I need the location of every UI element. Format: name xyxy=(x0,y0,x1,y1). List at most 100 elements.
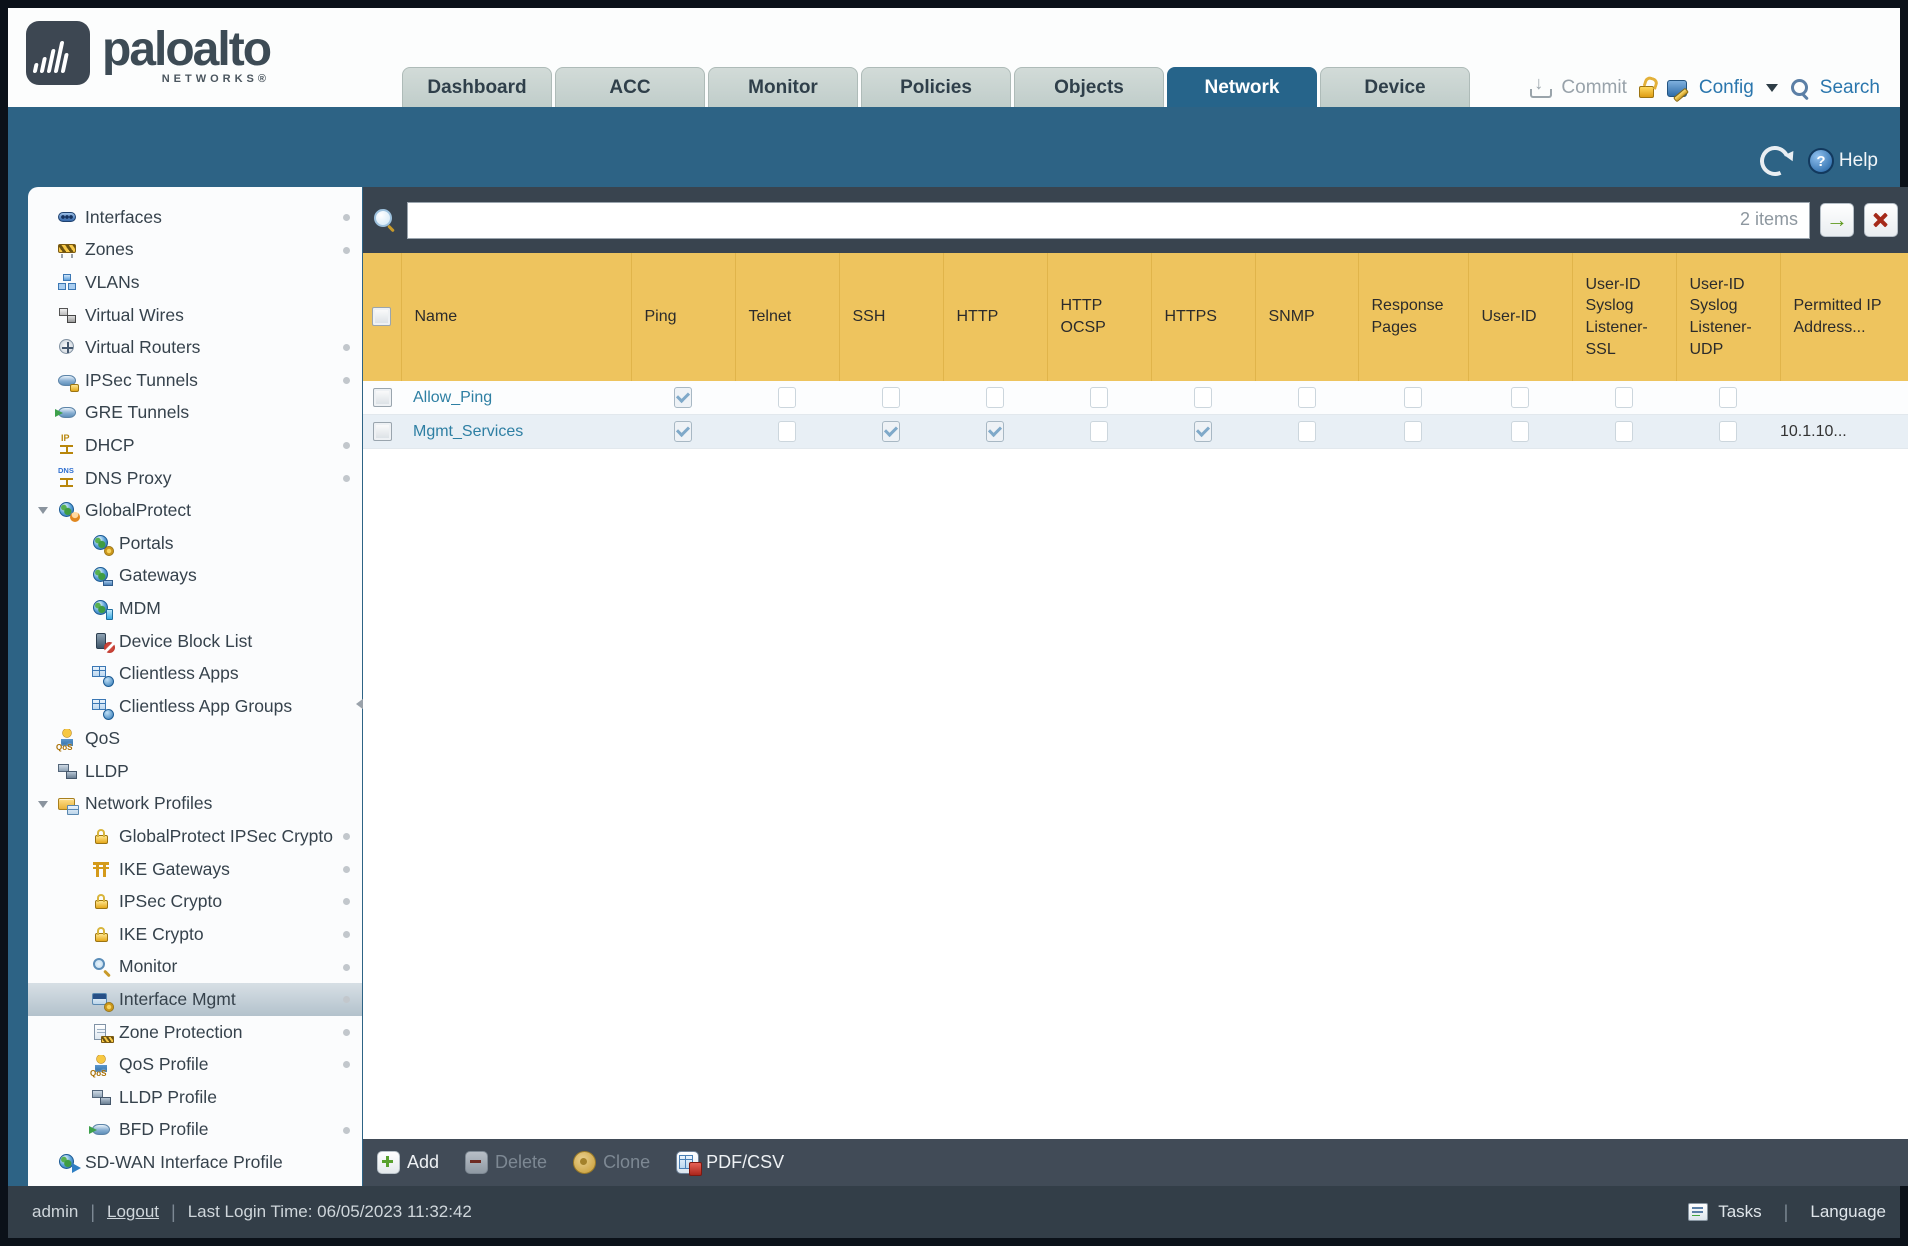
item-dot xyxy=(343,833,350,841)
commit-icon[interactable] xyxy=(1529,73,1553,99)
item-dot xyxy=(343,931,350,939)
row-checkbox[interactable] xyxy=(372,388,392,407)
tab-dashboard[interactable]: Dashboard xyxy=(402,67,552,107)
row-name-link[interactable]: Mgmt_Services xyxy=(401,423,523,440)
sidebar-item-lldp[interactable]: LLDP xyxy=(28,755,362,788)
column-header-http[interactable]: HTTP xyxy=(942,253,1047,381)
item-dot xyxy=(343,1126,350,1134)
sidebar-item-monitor[interactable]: Monitor xyxy=(28,951,362,984)
action-button-label: PDF/CSV xyxy=(706,1152,785,1172)
column-header-ssh[interactable]: SSH xyxy=(838,253,943,381)
ipsec-tunnels-icon xyxy=(58,371,79,392)
column-header-http-ocsp[interactable]: HTTP OCSP xyxy=(1046,253,1151,381)
sidebar-item-bfd-profile[interactable]: BFD Profile xyxy=(28,1114,362,1147)
delete-button: Delete xyxy=(465,1151,547,1174)
column-header-permitted-ip-address[interactable]: Permitted IP Address... xyxy=(1779,253,1908,381)
column-header-user-id-syslog-listener-udp[interactable]: User-ID Syslog Listener-UDP xyxy=(1675,253,1780,381)
add-button[interactable]: Add xyxy=(377,1151,439,1174)
tasks-icon[interactable] xyxy=(1688,1203,1709,1221)
lock-icon[interactable] xyxy=(1637,77,1657,99)
sidebar-item-virtual-routers[interactable]: Virtual Routers xyxy=(28,331,362,364)
sidebar-item-zones[interactable]: Zones xyxy=(28,234,362,267)
refresh-icon[interactable] xyxy=(1755,141,1795,181)
sidebar-item-network-profiles[interactable]: Network Profiles xyxy=(28,788,362,821)
global-search-icon[interactable] xyxy=(1790,78,1810,98)
config-icon[interactable] xyxy=(1666,78,1689,98)
clientless-apps-icon xyxy=(92,664,114,688)
help-icon[interactable]: ? xyxy=(1807,148,1834,174)
column-header-snmp[interactable]: SNMP xyxy=(1254,253,1358,381)
sidebar-item-dhcp[interactable]: DHCP xyxy=(28,429,362,462)
tab-policies[interactable]: Policies xyxy=(861,67,1011,107)
sidebar-item-zone-protection[interactable]: Zone Protection xyxy=(28,1016,362,1049)
column-header-ping[interactable]: Ping xyxy=(630,253,735,381)
config-caret-icon[interactable] xyxy=(1765,84,1778,92)
column-header-user-id[interactable]: User-ID xyxy=(1467,253,1572,381)
check-user-id-syslog-listener-ssl-unchecked xyxy=(1615,387,1633,408)
sidebar-item-portals[interactable]: Portals xyxy=(28,527,362,560)
ipsec-crypto-icon xyxy=(92,892,111,911)
sidebar-item-sd-wan-interface-profile[interactable]: SD-WAN Interface Profile xyxy=(28,1146,362,1179)
sidebar-item-gre-tunnels[interactable]: GRE Tunnels xyxy=(28,397,362,430)
app-frame: paloalto NETWORKS® Dashboard ACC Monitor Po… xyxy=(8,8,1908,1238)
filter-input[interactable] xyxy=(407,201,1810,239)
bfd-profile-icon xyxy=(89,1120,111,1139)
expand-toggle-icon[interactable] xyxy=(38,507,48,515)
logged-in-user: admin xyxy=(32,1202,79,1221)
sidebar-item-qos-profile[interactable]: QoS Profile xyxy=(28,1048,362,1081)
sidebar-item-globalprotect[interactable]: GlobalProtect xyxy=(28,494,362,527)
help-button[interactable]: ? Help xyxy=(1807,148,1878,174)
sidebar-item-dns-proxy[interactable]: DNS Proxy xyxy=(28,462,362,495)
sidebar-item-qos[interactable]: QoS xyxy=(28,723,362,756)
sidebar-item-label: Interface Mgmt xyxy=(119,989,236,1010)
tab-objects[interactable]: Objects xyxy=(1014,67,1164,107)
tab-network[interactable]: Network xyxy=(1167,67,1317,107)
sidebar-item-label: Clientless App Groups xyxy=(119,695,293,716)
ike-crypto-icon xyxy=(92,925,111,944)
apply-filter-button[interactable]: → xyxy=(1820,203,1854,237)
column-header-user-id-syslog-listener-ssl[interactable]: User-ID Syslog Listener-SSL xyxy=(1571,253,1676,381)
sidebar-item-interfaces[interactable]: Interfaces xyxy=(28,201,362,234)
tab-monitor[interactable]: Monitor xyxy=(708,67,858,107)
sidebar-item-mdm[interactable]: MDM xyxy=(28,592,362,625)
expand-toggle-icon[interactable] xyxy=(38,800,48,808)
row-checkbox[interactable] xyxy=(372,422,392,441)
row-name-link[interactable]: Allow_Ping xyxy=(401,389,492,406)
column-header-name[interactable]: Name xyxy=(400,253,631,381)
permitted-ip-cell xyxy=(1780,381,1908,415)
sidebar-item-ike-gateways[interactable]: IKE Gateways xyxy=(28,853,362,886)
tab-device[interactable]: Device xyxy=(1320,67,1470,107)
sidebar-item-ipsec-crypto[interactable]: IPSec Crypto xyxy=(28,885,362,918)
column-header-response-pages[interactable]: Response Pages xyxy=(1357,253,1468,381)
sidebar-item-ipsec-tunnels[interactable]: IPSec Tunnels xyxy=(28,364,362,397)
column-header-https[interactable]: HTTPS xyxy=(1150,253,1255,381)
sidebar-item-device-block-list[interactable]: Device Block List xyxy=(28,625,362,658)
clear-filter-button[interactable] xyxy=(1864,203,1898,237)
subheader-actions: ? Help xyxy=(1755,141,1878,181)
language-button[interactable]: Language xyxy=(1810,1202,1886,1222)
sidebar-item-label: LLDP xyxy=(85,760,129,781)
sidebar-item-lldp-profile[interactable]: LLDP Profile xyxy=(28,1081,362,1114)
sidebar-item-clientless-app-groups[interactable]: Clientless App Groups xyxy=(28,690,362,723)
config-button[interactable]: Config xyxy=(1699,77,1754,99)
check-http-ocsp-unchecked xyxy=(1090,387,1108,408)
pdf-csv-icon xyxy=(676,1151,703,1176)
sidebar-item-gateways[interactable]: Gateways xyxy=(28,560,362,593)
global-search-button[interactable]: Search xyxy=(1820,77,1880,99)
tasks-button[interactable]: Tasks xyxy=(1718,1202,1761,1222)
sidebar-item-clientless-apps[interactable]: Clientless Apps xyxy=(28,657,362,690)
column-header-select-all xyxy=(363,253,401,381)
column-header-telnet[interactable]: Telnet xyxy=(734,253,839,381)
tab-acc[interactable]: ACC xyxy=(555,67,705,107)
sidebar-item-label: QoS Profile xyxy=(119,1054,209,1075)
sidebar-item-vlans[interactable]: VLANs xyxy=(28,266,362,299)
select-all-checkbox[interactable] xyxy=(372,307,392,327)
sidebar-item-globalprotect-ipsec-crypto[interactable]: GlobalProtect IPSec Crypto xyxy=(28,820,362,853)
sidebar-item-ike-crypto[interactable]: IKE Crypto xyxy=(28,918,362,951)
sidebar-item-virtual-wires[interactable]: Virtual Wires xyxy=(28,299,362,332)
pdf-csv-button[interactable]: PDF/CSV xyxy=(676,1151,785,1176)
sidebar-item-interface-mgmt[interactable]: Interface Mgmt xyxy=(28,983,362,1016)
logout-link[interactable]: Logout xyxy=(107,1202,159,1222)
table-row-allow-ping: Allow_Ping xyxy=(363,381,1908,415)
commit-button[interactable]: Commit xyxy=(1561,77,1626,99)
